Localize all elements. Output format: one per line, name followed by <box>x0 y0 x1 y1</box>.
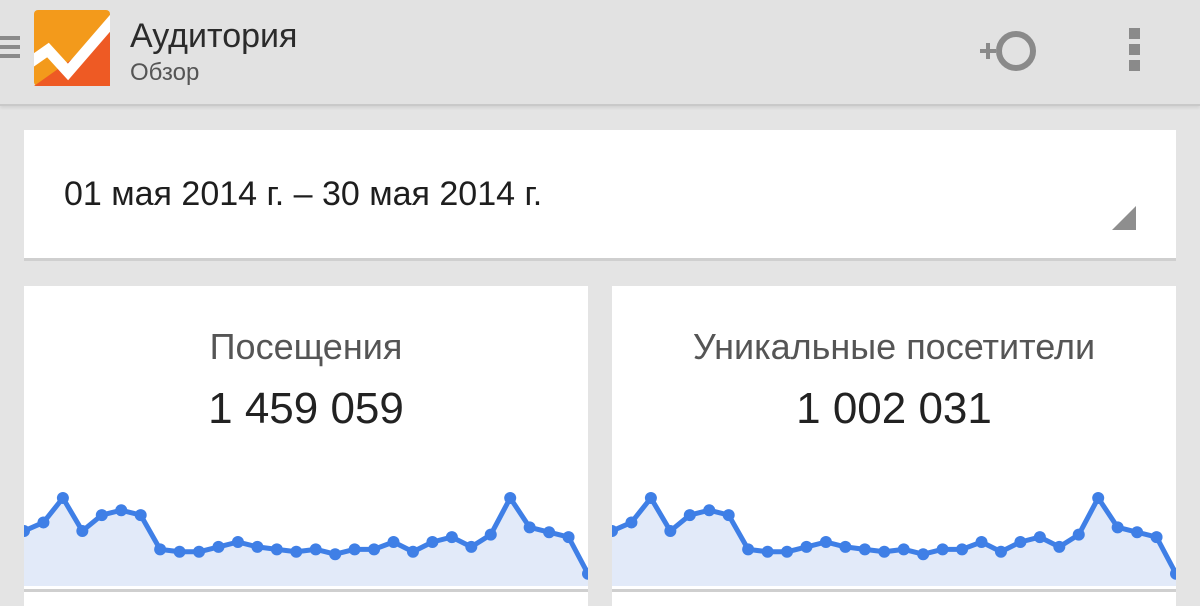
metric-card-unique-visitors[interactable]: Уникальные посетители 1 002 031 <box>612 286 1176 606</box>
sparkline-point <box>193 545 206 558</box>
sparkline-point <box>956 543 969 556</box>
sparkline-point <box>426 536 439 548</box>
sparkline-point <box>504 492 517 504</box>
sparkline-point <box>484 528 497 541</box>
dropdown-triangle-icon <box>1112 206 1136 230</box>
sparkline-point <box>251 540 264 553</box>
sparkline-point <box>917 548 930 561</box>
sparkline-point <box>625 516 638 529</box>
metric-label: Посещения <box>209 326 403 367</box>
card-divider <box>24 589 588 592</box>
sparkline-point <box>664 525 677 537</box>
sparkline-point <box>975 536 988 548</box>
sparkline-point <box>445 531 458 544</box>
sparkline-point <box>858 543 871 556</box>
sparkline-chart-unique-visitors <box>612 492 1176 586</box>
sparkline-point <box>800 540 813 553</box>
analytics-logo-icon[interactable] <box>34 10 110 86</box>
sparkline-point <box>465 540 478 553</box>
sparkline-point <box>878 545 891 558</box>
sparkline-point <box>897 543 910 556</box>
sparkline-point <box>742 543 755 556</box>
metric-value: 1 459 059 <box>208 384 404 433</box>
sparkline-point <box>406 545 419 558</box>
sparkline-point <box>270 543 283 556</box>
sparkline-point <box>76 525 89 537</box>
date-range-selector[interactable]: 01 мая 2014 г. – 30 мая 2014 г. <box>24 130 1176 261</box>
sparkline-point <box>348 543 361 556</box>
app-bar: Аудитория Обзор <box>0 0 1200 106</box>
sparkline-point <box>543 526 556 539</box>
sparkline-point <box>231 536 244 548</box>
sparkline-point <box>1053 540 1066 553</box>
sparkline-point <box>839 540 852 553</box>
sparkline-point <box>1014 536 1027 548</box>
page-subtitle: Обзор <box>130 59 200 86</box>
sparkline-point <box>523 521 536 534</box>
sparkline-point <box>994 545 1007 558</box>
sparkline-point <box>212 540 225 553</box>
sparkline-point <box>1111 521 1124 534</box>
metric-value: 1 002 031 <box>796 384 992 433</box>
sparkline-point <box>368 543 381 556</box>
sparkline-point <box>154 543 167 556</box>
metric-label: Уникальные посетители <box>692 326 1096 367</box>
sparkline-point <box>37 516 50 529</box>
overflow-menu-icon[interactable] <box>1126 28 1142 72</box>
sparkline-point <box>819 536 832 548</box>
sparkline-point <box>387 536 400 548</box>
sparkline-point <box>703 504 716 517</box>
sparkline-point <box>761 545 774 558</box>
sparkline-chart-visits <box>24 492 588 586</box>
sparkline-point <box>173 545 186 558</box>
sparkline-point <box>683 509 696 522</box>
sparkline-point <box>1072 528 1085 541</box>
sparkline-point <box>329 548 342 561</box>
date-range-label: 01 мая 2014 г. – 30 мая 2014 г. <box>64 175 543 213</box>
sparkline-point <box>1131 526 1144 539</box>
sparkline-point <box>781 545 794 558</box>
sparkline-point <box>1150 531 1163 544</box>
sparkline-point <box>722 509 735 522</box>
menu-icon[interactable] <box>0 36 20 66</box>
page-title: Аудитория <box>130 17 298 55</box>
sparkline-point <box>56 492 69 504</box>
sparkline-point <box>1033 531 1046 544</box>
sparkline-point <box>95 509 108 522</box>
sparkline-point <box>134 509 147 522</box>
sparkline-point <box>644 492 657 504</box>
metric-card-visits[interactable]: Посещения 1 459 059 <box>24 286 588 606</box>
add-segment-icon[interactable] <box>974 26 1044 76</box>
sparkline-point <box>562 531 575 544</box>
sparkline-point <box>1092 492 1105 504</box>
sparkline-point <box>115 504 128 517</box>
sparkline-point <box>290 545 303 558</box>
sparkline-point <box>309 543 322 556</box>
card-divider <box>612 589 1176 592</box>
sparkline-point <box>936 543 949 556</box>
